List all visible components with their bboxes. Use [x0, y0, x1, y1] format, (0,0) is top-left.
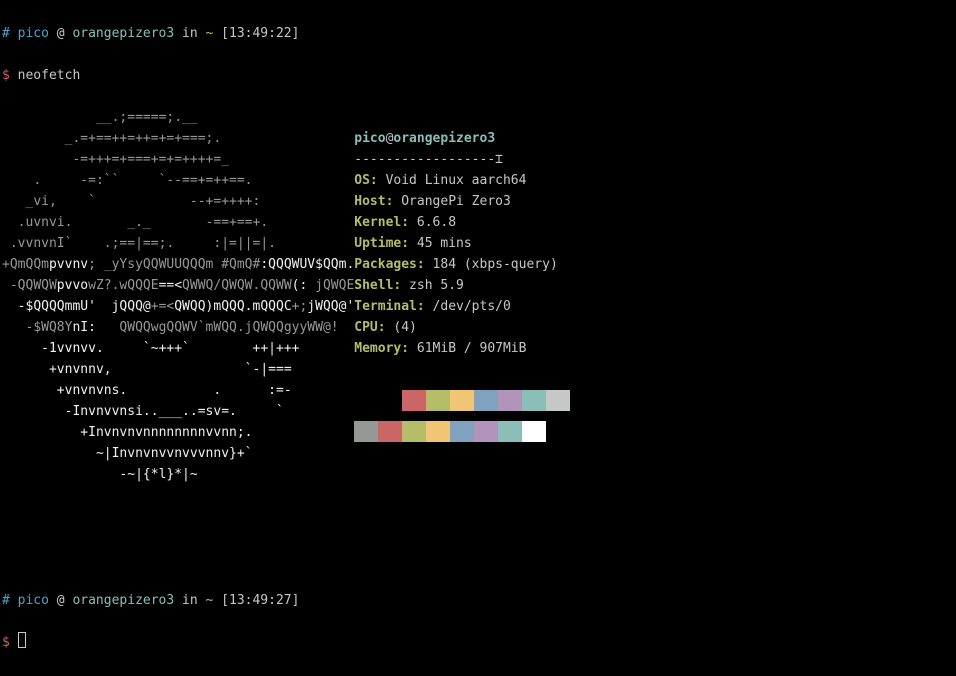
color-palette-row-1	[354, 390, 570, 411]
color-swatch	[378, 390, 402, 411]
prompt-in: in	[182, 593, 198, 608]
prompt-dollar: $	[2, 635, 10, 650]
color-swatch	[450, 421, 474, 442]
prompt-user: pico	[18, 593, 49, 608]
prompt-host: orangepizero3	[72, 26, 174, 41]
info-value: zsh 5.9	[401, 278, 464, 293]
command-line-2[interactable]: $	[2, 632, 954, 653]
prompt-time: [13:49:22]	[221, 26, 299, 41]
info-label: Memory:	[354, 341, 409, 356]
info-label: OS:	[354, 173, 377, 188]
info-user: pico	[354, 131, 385, 146]
color-swatch	[546, 390, 570, 411]
color-swatch	[474, 390, 498, 411]
prompt-hash: #	[2, 26, 10, 41]
info-value: 184 (xbps-query)	[425, 257, 558, 272]
info-value: 45 mins	[409, 236, 472, 251]
info-label: Uptime:	[354, 236, 409, 251]
color-swatch	[498, 390, 522, 411]
neofetch-ascii-art: __.;=====;.__ _.=+==++=++=+=+===;. -=+++…	[2, 107, 354, 485]
prompt-path: ~	[206, 26, 214, 41]
color-swatch	[498, 421, 522, 442]
info-separator: ------------------⌶	[354, 152, 503, 167]
color-swatch	[402, 421, 426, 442]
info-value: 6.6.8	[409, 215, 456, 230]
prompt-dollar: $	[2, 68, 10, 83]
color-swatch	[426, 390, 450, 411]
info-value: OrangePi Zero3	[393, 194, 510, 209]
prompt-time: [13:49:27]	[221, 593, 299, 608]
info-value: (4)	[386, 320, 417, 335]
prompt-user: pico	[18, 26, 49, 41]
info-label: CPU:	[354, 320, 385, 335]
prompt-host: orangepizero3	[72, 593, 174, 608]
terminal-output[interactable]: # pico @ orangepizero3 in ~ [13:49:22] $…	[0, 0, 956, 676]
info-host: orangepizero3	[393, 131, 495, 146]
info-userhost: pico@orangepizero3	[354, 131, 495, 146]
prompt-path: ~	[206, 593, 214, 608]
color-swatch	[522, 390, 546, 411]
color-swatch	[522, 421, 546, 442]
info-value: /dev/pts/0	[425, 299, 511, 314]
info-label: Shell:	[354, 278, 401, 293]
color-swatch	[354, 421, 378, 442]
info-value: 61MiB / 907MiB	[409, 341, 526, 356]
text-cursor-icon: ⌶	[495, 152, 503, 167]
info-label: Packages:	[354, 257, 424, 272]
info-value: Void Linux aarch64	[378, 173, 527, 188]
terminal-cursor-icon	[18, 632, 26, 648]
color-palette-row-2	[354, 421, 570, 442]
prompt-at: @	[57, 26, 65, 41]
info-label: Terminal:	[354, 299, 424, 314]
info-label: Kernel:	[354, 215, 409, 230]
prompt-at: @	[57, 593, 65, 608]
command-line-1: $ neofetch	[2, 65, 954, 86]
prompt-line-2: # pico @ orangepizero3 in ~ [13:49:27]	[2, 590, 954, 611]
color-swatch	[450, 390, 474, 411]
neofetch-info: pico@orangepizero3 ------------------⌶ O…	[354, 107, 570, 485]
color-swatch	[378, 421, 402, 442]
command-text: neofetch	[18, 68, 81, 83]
color-swatch	[426, 421, 450, 442]
prompt-in: in	[182, 26, 198, 41]
color-swatch	[474, 421, 498, 442]
prompt-line-1: # pico @ orangepizero3 in ~ [13:49:22]	[2, 23, 954, 44]
prompt-hash: #	[2, 593, 10, 608]
color-swatch	[402, 390, 426, 411]
info-label: Host:	[354, 194, 393, 209]
